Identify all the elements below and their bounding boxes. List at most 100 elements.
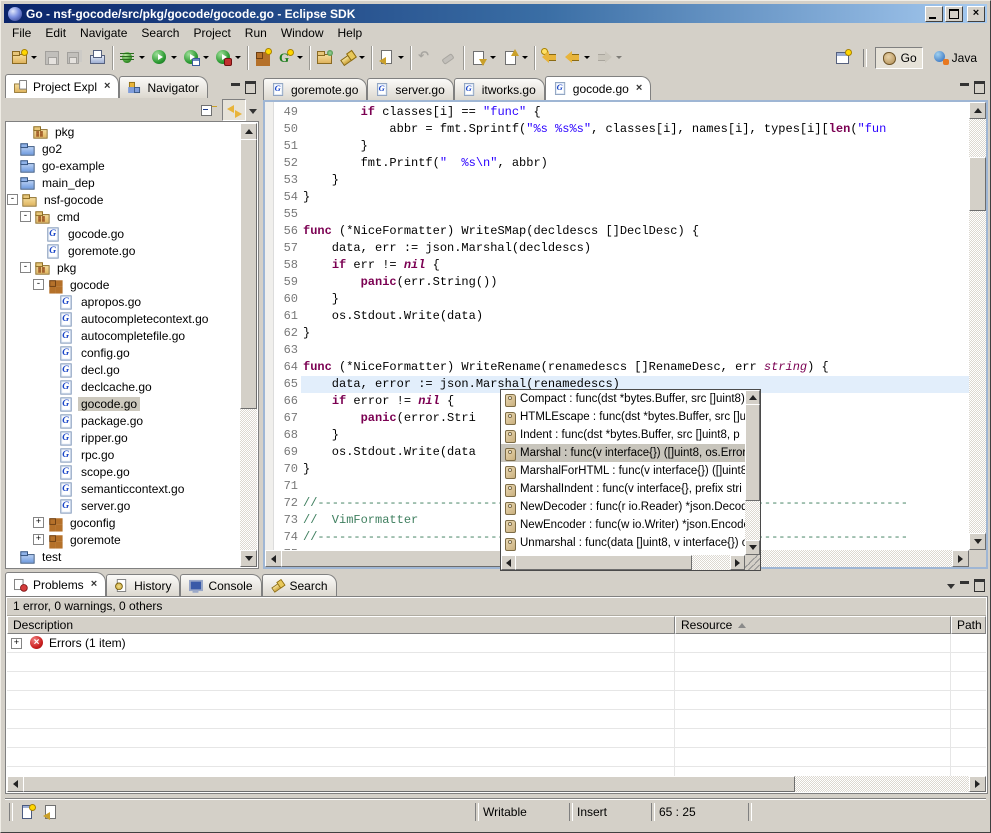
tree-item-decl-go[interactable]: decl.go <box>7 361 240 378</box>
code-line-56[interactable]: 56func (*NiceFormatter) WriteSMap(declde… <box>265 223 969 240</box>
scroll-left-button[interactable] <box>7 776 24 792</box>
scroll-up-button[interactable] <box>240 123 257 140</box>
menu-window[interactable]: Window <box>274 25 331 41</box>
tree-item-pkg[interactable]: -pkg <box>7 259 240 276</box>
tree-item-declcache-go[interactable]: declcache.go <box>7 378 240 395</box>
autocomplete-item-unmarshal[interactable]: Unmarshal : func(data []uint8, v interfa… <box>501 534 745 552</box>
forward-button[interactable] <box>594 47 624 69</box>
dropdown-arrow-icon[interactable] <box>235 56 241 59</box>
popup-horizontal-scrollbar[interactable] <box>501 555 745 570</box>
menu-file[interactable]: File <box>5 25 38 41</box>
tree-item-semanticcontext-go[interactable]: semanticcontext.go <box>7 480 240 497</box>
minimize-editor-icon[interactable] <box>960 83 969 95</box>
maximize-view-icon[interactable] <box>245 81 256 94</box>
tree-item-gocode[interactable]: -gocode <box>7 276 240 293</box>
scrollbar-thumb[interactable] <box>969 157 986 211</box>
menu-help[interactable]: Help <box>331 25 370 41</box>
back-button[interactable] <box>562 47 592 69</box>
scroll-right-button[interactable] <box>952 550 969 567</box>
format-button[interactable] <box>438 47 459 69</box>
code-line-63[interactable]: 63 <box>265 342 969 359</box>
fast-view-button[interactable] <box>17 802 39 822</box>
collapse-expander-icon[interactable]: - <box>7 194 18 205</box>
editor-tab-itworks-go[interactable]: itworks.go <box>454 78 545 100</box>
tree-item-goremote[interactable]: +goremote <box>7 531 240 548</box>
expand-expander-icon[interactable]: + <box>11 638 22 649</box>
tree-item-autocompletecontext-go[interactable]: autocompletecontext.go <box>7 310 240 327</box>
view-menu-icon[interactable] <box>947 584 955 589</box>
scroll-left-button[interactable] <box>501 555 516 570</box>
code-line-49[interactable]: 49 if classes[i] == "func" { <box>265 104 969 121</box>
code-line-62[interactable]: 62} <box>265 325 969 342</box>
previous-annotation-button[interactable] <box>500 47 530 69</box>
scroll-down-button[interactable] <box>745 540 760 555</box>
tree-item-gocode-go[interactable]: gocode.go <box>7 225 240 242</box>
code-line-54[interactable]: 54} <box>265 189 969 206</box>
autocomplete-item-compact[interactable]: Compact : func(dst *bytes.Buffer, src []… <box>501 390 745 408</box>
perspective-java-button[interactable]: Java <box>927 48 982 68</box>
menu-project[interactable]: Project <box>186 25 237 41</box>
code-line-51[interactable]: 51 } <box>265 138 969 155</box>
collapse-expander-icon[interactable]: - <box>20 211 31 222</box>
open-resource-button[interactable] <box>314 47 335 69</box>
scroll-down-button[interactable] <box>969 533 986 550</box>
autocomplete-item-newencoder[interactable]: NewEncoder : func(w io.Writer) *json.Enc… <box>501 516 745 534</box>
mark-occurrences-button[interactable] <box>39 802 61 822</box>
autocomplete-item-marshalforhtml[interactable]: MarshalForHTML : func(v interface{}) ([]… <box>501 462 745 480</box>
autocomplete-item-marshal[interactable]: Marshal : func(v interface{}) ([]uint8, … <box>501 444 745 462</box>
menu-navigate[interactable]: Navigate <box>73 25 134 41</box>
collapse-expander-icon[interactable]: - <box>20 262 31 273</box>
expand-expander-icon[interactable]: + <box>33 517 44 528</box>
popup-resize-grip[interactable] <box>745 555 760 570</box>
menu-edit[interactable]: Edit <box>38 25 73 41</box>
tree-item-apropos-go[interactable]: apropos.go <box>7 293 240 310</box>
next-annotation-button[interactable] <box>468 47 498 69</box>
autocomplete-item-newdecoder[interactable]: NewDecoder : func(r io.Reader) *json.Dec… <box>501 498 745 516</box>
collapse-expander-icon[interactable]: - <box>33 279 44 290</box>
dropdown-arrow-icon[interactable] <box>171 56 177 59</box>
scrollbar-thumb[interactable] <box>23 776 795 792</box>
code-line-64[interactable]: 64func (*NiceFormatter) WriteRename(rena… <box>265 359 969 376</box>
problems-tab-problems[interactable]: Problems× <box>5 572 106 596</box>
tree-item-ripper-go[interactable]: ripper.go <box>7 429 240 446</box>
tree-scrollbar[interactable] <box>240 123 257 567</box>
tree-item-config-go[interactable]: config.go <box>7 344 240 361</box>
new-wizard-button[interactable] <box>9 47 39 69</box>
dropdown-arrow-icon[interactable] <box>398 56 404 59</box>
code-line-58[interactable]: 58 if err != nil { <box>265 257 969 274</box>
scroll-down-button[interactable] <box>240 550 257 567</box>
dropdown-arrow-icon[interactable] <box>139 56 145 59</box>
autocomplete-item-indent[interactable]: Indent : func(dst *bytes.Buffer, src []u… <box>501 426 745 444</box>
maximize-view-icon[interactable] <box>974 579 985 592</box>
save-all-button[interactable] <box>64 47 85 69</box>
collapse-all-button[interactable] <box>197 100 219 120</box>
tree-item-nsf-gocode[interactable]: -nsf-gocode <box>7 191 240 208</box>
dropdown-arrow-icon[interactable] <box>584 56 590 59</box>
problems-horizontal-scrollbar[interactable] <box>7 776 986 792</box>
scroll-right-button[interactable] <box>969 776 986 792</box>
expand-expander-icon[interactable]: + <box>33 534 44 545</box>
problems-tab-console[interactable]: Console <box>180 574 261 596</box>
problems-tab-search[interactable]: Search <box>262 574 337 596</box>
code-line-50[interactable]: 50 abbr = fmt.Sprintf("%s %s%s", classes… <box>265 121 969 138</box>
autocomplete-item-htmlescape[interactable]: HTMLEscape : func(dst *bytes.Buffer, src… <box>501 408 745 426</box>
run-history-button[interactable] <box>181 47 211 69</box>
scroll-up-button[interactable] <box>745 390 760 405</box>
code-line-57[interactable]: 57 data, err := json.Marshal(decldescs) <box>265 240 969 257</box>
dropdown-arrow-icon[interactable] <box>522 56 528 59</box>
search-button[interactable] <box>337 47 367 69</box>
last-edit-location-button[interactable] <box>376 47 406 69</box>
scrollbar-thumb[interactable] <box>515 555 692 570</box>
back-to-last-edit-button[interactable] <box>539 47 560 69</box>
save-button[interactable] <box>41 47 62 69</box>
tree-item-pkg[interactable]: pkg <box>7 123 240 140</box>
tree-item-goremote-go[interactable]: goremote.go <box>7 242 240 259</box>
editor-tab-server-go[interactable]: server.go <box>367 78 453 100</box>
print-button[interactable] <box>87 47 108 69</box>
maximize-editor-icon[interactable] <box>974 81 985 94</box>
new-go-type-button[interactable] <box>275 47 305 69</box>
open-perspective-button[interactable] <box>833 48 855 68</box>
tree-item-package-go[interactable]: package.go <box>7 412 240 429</box>
code-line-53[interactable]: 53 } <box>265 172 969 189</box>
close-tab-icon[interactable]: × <box>636 83 642 94</box>
